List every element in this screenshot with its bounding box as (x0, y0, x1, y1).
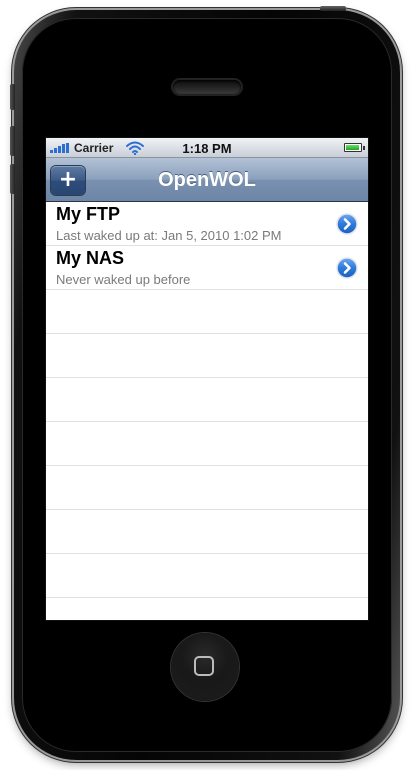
volume-down-button (10, 164, 15, 194)
screen: Carrier 1:18 PM + OpenWOL My FTP Last wa… (46, 138, 368, 620)
battery-fill (346, 145, 359, 150)
battery-icon (344, 143, 365, 152)
empty-row (46, 290, 368, 334)
host-last-wake: Never waked up before (56, 272, 191, 287)
home-square-icon (194, 656, 214, 676)
home-button[interactable] (171, 633, 239, 701)
empty-row (46, 334, 368, 378)
empty-row (46, 510, 368, 554)
status-bar: Carrier 1:18 PM (46, 138, 368, 158)
sleep-button (320, 6, 346, 11)
detail-disclosure-icon[interactable] (336, 213, 358, 235)
navigation-bar: + OpenWOL (46, 158, 368, 202)
host-name: My NAS (56, 248, 125, 268)
host-row[interactable]: My FTP Last waked up at: Jan 5, 2010 1:0… (46, 202, 368, 246)
host-last-wake: Last waked up at: Jan 5, 2010 1:02 PM (56, 228, 282, 243)
earpiece-speaker (173, 80, 241, 94)
empty-row (46, 466, 368, 510)
mute-switch (10, 84, 15, 110)
host-name: My FTP (56, 204, 121, 224)
detail-disclosure-icon[interactable] (336, 257, 358, 279)
empty-row (46, 554, 368, 598)
empty-row (46, 378, 368, 422)
host-row[interactable]: My NAS Never waked up before (46, 246, 368, 290)
volume-up-button (10, 126, 15, 156)
nav-title: OpenWOL (158, 169, 256, 191)
host-list: My FTP Last waked up at: Jan 5, 2010 1:0… (46, 202, 368, 620)
status-time: 1:18 PM (182, 141, 232, 156)
empty-row (46, 422, 368, 466)
